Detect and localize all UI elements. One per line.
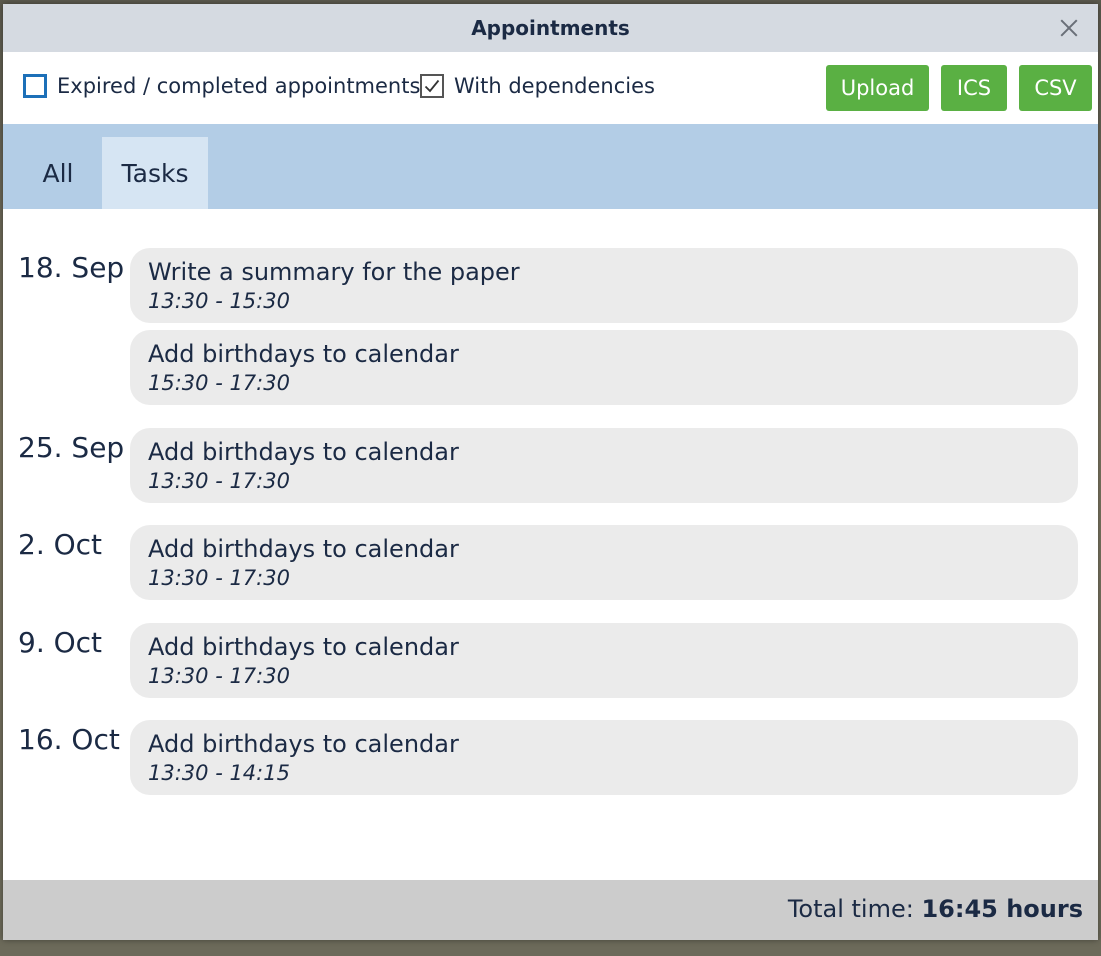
appointment-card[interactable]: Write a summary for the paper 13:30 - 15… [130,248,1078,323]
appointment-title: Write a summary for the paper [148,258,520,286]
appointment-time: 13:30 - 17:30 [148,469,290,493]
appointment-title: Add birthdays to calendar [148,340,459,368]
date-label: 25. Sep [18,431,125,464]
total-time: Total time: 16:45 hours [788,895,1083,923]
dialog-title: Appointments [471,16,630,40]
appointment-list: 18. Sep Write a summary for the paper 13… [3,209,1098,879]
appointment-title: Add birthdays to calendar [148,535,459,563]
appointment-time: 13:30 - 15:30 [148,289,290,313]
dependencies-toggle[interactable]: With dependencies [420,74,655,98]
appointment-title: Add birthdays to calendar [148,633,459,661]
appointment-card[interactable]: Add birthdays to calendar 13:30 - 17:30 [130,525,1078,600]
dialog-footer: Total time: 16:45 hours [3,880,1098,940]
dependencies-checkbox[interactable] [420,74,444,98]
appointment-title: Add birthdays to calendar [148,438,459,466]
appointment-time: 13:30 - 17:30 [148,566,290,590]
appointment-card[interactable]: Add birthdays to calendar 13:30 - 17:30 [130,623,1078,698]
appointment-time: 13:30 - 17:30 [148,664,290,688]
expired-checkbox[interactable] [23,74,47,98]
csv-export-button[interactable]: CSV [1019,65,1092,111]
appointments-dialog: Appointments Expired / completed appoint… [3,4,1098,940]
dependencies-checkbox-label: With dependencies [454,74,655,98]
appointment-time: 13:30 - 14:15 [148,761,290,785]
expired-appointments-toggle[interactable]: Expired / completed appointments [23,74,420,98]
date-label: 18. Sep [18,251,125,284]
appointment-card[interactable]: Add birthdays to calendar 13:30 - 14:15 [130,720,1078,795]
upload-button[interactable]: Upload [826,65,929,111]
total-time-label: Total time: [787,895,914,923]
checkmark-icon [424,79,440,93]
expired-checkbox-label: Expired / completed appointments [57,74,421,98]
date-label: 2. Oct [18,528,103,561]
ics-export-button[interactable]: ICS [941,65,1007,111]
toolbar: Expired / completed appointments With de… [3,52,1098,124]
appointment-card[interactable]: Add birthdays to calendar 15:30 - 17:30 [130,330,1078,405]
appointment-title: Add birthdays to calendar [148,730,459,758]
tab-tasks[interactable]: Tasks [102,137,208,209]
total-time-value: 16:45 hours [921,895,1083,923]
tab-all[interactable]: All [15,137,101,209]
close-icon[interactable] [1058,17,1080,39]
date-label: 16. Oct [18,723,120,756]
tab-bar: All Tasks [3,124,1098,209]
dialog-titlebar: Appointments [3,4,1098,52]
appointment-time: 15:30 - 17:30 [148,371,290,395]
date-label: 9. Oct [18,626,103,659]
appointment-card[interactable]: Add birthdays to calendar 13:30 - 17:30 [130,428,1078,503]
